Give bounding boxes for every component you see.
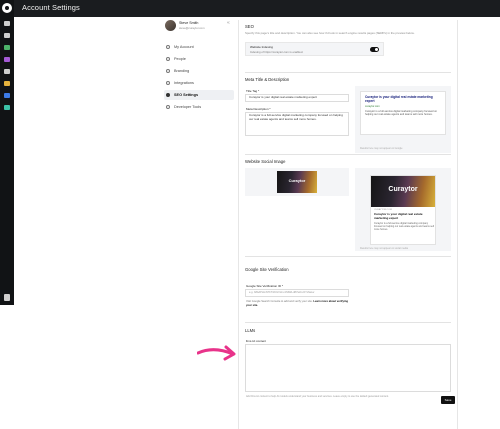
serp-preview-card: Curaytor is your digital real estate mar…	[360, 91, 446, 135]
llms-content-textarea[interactable]	[245, 344, 451, 392]
brand-wordmark: Curaytor	[288, 178, 306, 183]
meta-description-textarea[interactable]: Curaytor is a full-service digital marke…	[245, 112, 349, 136]
nav-item-label: SEO Settings	[174, 93, 199, 97]
title-tag-label: Title Tag *	[246, 89, 260, 93]
section-title: Google Site Verification	[245, 267, 289, 272]
indexing-status: Indexing of https://curaytor.com is enab…	[250, 50, 304, 54]
main-panel: SEO Specify this page's title and descri…	[238, 20, 458, 429]
nav-item-icon	[166, 45, 170, 49]
wifi-icon[interactable]	[4, 81, 10, 86]
profile-email: steve@curaytor.com	[179, 26, 205, 30]
stats-icon[interactable]	[4, 45, 10, 50]
verification-id-input[interactable]: e.g. b8AdPHmN7bT1K0cVHr-nzM9fA-d8VwD-2JY…	[245, 289, 349, 297]
user-avatar-small[interactable]	[4, 294, 10, 301]
llms-section: LLMs llms.txt content Add llms.txt conte…	[245, 322, 451, 429]
sidebar-item[interactable]: SEO Settings	[164, 90, 234, 100]
nav-item-label: Developer Tools	[174, 105, 202, 109]
serp-preview-url: curaytor.com	[365, 105, 380, 108]
llms-content-label: llms.txt content	[246, 339, 267, 343]
social-preview-image: Curaytor	[371, 176, 435, 207]
annotation-arrow	[197, 345, 236, 361]
meta-section: Meta Title & Description Title Tag * Cur…	[245, 72, 451, 154]
social-image-upload[interactable]: Curaytor	[245, 168, 349, 196]
sidebar-item[interactable]: Integrations	[164, 78, 234, 88]
nav-item-icon	[166, 69, 170, 73]
avatar	[165, 20, 176, 31]
dashboard-icon[interactable]	[4, 21, 10, 26]
indexing-toggle[interactable]	[370, 47, 379, 52]
sidebar-item[interactable]: Branding	[164, 66, 234, 76]
save-button[interactable]: Save	[441, 396, 455, 404]
serp-preview-title: Curaytor is your digital real estate mar…	[365, 95, 433, 103]
section-description: Specify this page's title and descriptio…	[245, 31, 415, 35]
app-logo[interactable]	[2, 3, 12, 13]
sidebar-item[interactable]: My Account	[164, 42, 234, 52]
nav-item-label: Integrations	[174, 81, 194, 85]
verification-id-label: Google Site Verification ID *	[246, 284, 284, 288]
calendar-icon[interactable]	[4, 69, 10, 74]
social-preview-area: Curaytor CURAYTOR.COM Curaytor is your d…	[355, 168, 451, 251]
social-image-section: Website Social Image Curaytor Curaytor C…	[245, 154, 451, 256]
serp-hint: Results here may not appear on Google	[360, 147, 403, 150]
section-title: Meta Title & Description	[245, 77, 290, 82]
social-image-thumbnail: Curaytor	[277, 171, 317, 193]
app-rail	[0, 0, 14, 305]
nav-item-label: My Account	[174, 45, 194, 49]
section-title: LLMs	[245, 328, 256, 333]
nav-item-icon	[166, 57, 170, 61]
social-hint: Results here may not appear on social me…	[360, 247, 408, 250]
nav-item-label: People	[174, 57, 186, 61]
pages-icon[interactable]	[4, 33, 10, 38]
social-preview-domain: CURAYTOR.COM	[374, 209, 392, 211]
indexing-label: Website Indexing	[250, 45, 273, 49]
profile-card[interactable]: Steve Smith steve@curaytor.com «	[164, 20, 234, 36]
social-preview-title: Curaytor is your digital real estate mar…	[374, 212, 423, 220]
brand-wordmark: Curaytor	[388, 186, 418, 193]
social-preview-card: Curaytor CURAYTOR.COM Curaytor is your d…	[370, 175, 436, 245]
llms-help-text: Add llms.txt content to help AI models u…	[246, 395, 389, 398]
nav-item-icon	[166, 93, 170, 97]
page-title: Account Settings	[22, 3, 80, 12]
section-title: SEO	[245, 24, 254, 29]
seo-section: SEO Specify this page's title and descri…	[245, 20, 451, 64]
nav-item-label: Branding	[174, 69, 190, 73]
nav-item-icon	[166, 81, 170, 85]
mail-icon[interactable]	[4, 93, 10, 98]
meta-description-label: Meta Description *	[246, 107, 271, 111]
verification-help: Visit Google Search Console to add and v…	[246, 300, 354, 307]
top-bar: Account Settings	[14, 0, 500, 17]
section-title: Website Social Image	[245, 159, 286, 164]
sidebar-item[interactable]: Developer Tools	[164, 102, 234, 112]
title-tag-input[interactable]: Curaytor is your digital real estate mar…	[245, 94, 349, 102]
profile-name: Steve Smith	[179, 21, 199, 25]
cursor-icon[interactable]	[4, 105, 10, 110]
serp-preview-description: Curaytor is a full-service digital marke…	[365, 110, 438, 117]
collapse-icon[interactable]: «	[227, 20, 230, 26]
social-preview-description: Curaytor is a full-service digital marke…	[374, 222, 434, 231]
sidebar-item[interactable]: People	[164, 54, 234, 64]
nav-item-icon	[166, 105, 170, 109]
nav-list: My Account People Branding Integrations SEO …	[164, 42, 234, 112]
serp-preview-area: Curaytor is your digital real estate mar…	[355, 86, 451, 153]
settings-nav: Steve Smith steve@curaytor.com « My Acco…	[164, 20, 234, 114]
grid-icon[interactable]	[4, 57, 10, 62]
indexing-box: Website Indexing Indexing of https://cur…	[245, 42, 384, 56]
google-verification-section: Google Site Verification Google Site Ver…	[245, 256, 451, 322]
